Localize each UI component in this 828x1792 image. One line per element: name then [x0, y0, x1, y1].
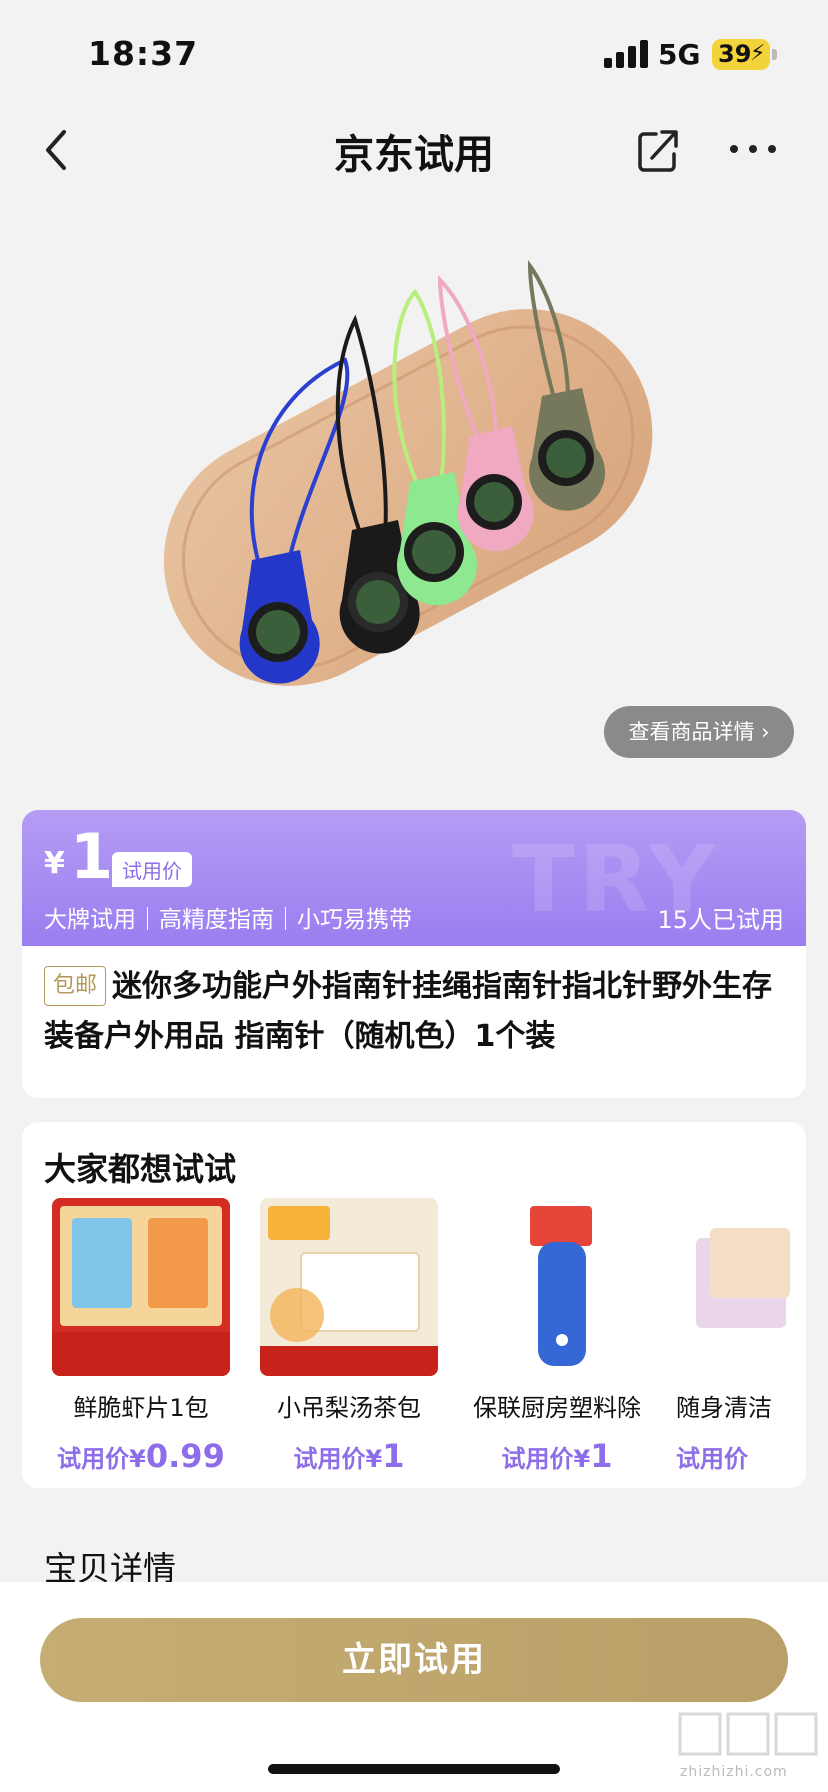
free-shipping-badge: 包邮	[44, 966, 107, 1006]
view-details-button[interactable]: 查看商品详情 ›	[604, 706, 794, 758]
site-watermark-text: zhizhizhi.com	[680, 1764, 788, 1780]
status-bar: 18:37 5G 39 ⚡	[0, 0, 828, 100]
product-title-block: 包邮 迷你多功能户外指南针挂绳指南针指北针野外生存装备户外用品 指南针（随机色）1…	[44, 962, 794, 1062]
recommend-title: 大家都想试试	[44, 1150, 237, 1188]
charging-icon: ⚡	[750, 41, 766, 66]
recommend-item-name: 鲜脆虾片1包	[73, 1394, 209, 1422]
battery-level: 39	[718, 40, 752, 68]
network-label: 5G	[658, 38, 701, 71]
trial-price: 1	[70, 820, 114, 893]
battery-tip	[772, 49, 777, 60]
recommend-item-name: 保联厨房塑料除	[473, 1394, 641, 1422]
recommend-item-image	[676, 1198, 806, 1376]
bottom-action-bar: 立即试用 zhizhizhi.com	[0, 1582, 828, 1792]
recommend-item-price: 试用价¥1	[293, 1437, 405, 1475]
status-time: 18:37	[88, 34, 199, 73]
price-card: TRY ¥ 1 试用价 大牌试用｜高精度指南｜小巧易携带 15人已试用 包邮 迷你…	[22, 810, 806, 1098]
price-label: 试用价	[112, 852, 192, 887]
recommend-item[interactable]: 保联厨房塑料除 试用价¥1	[468, 1198, 646, 1475]
try-now-button[interactable]: 立即试用	[40, 1618, 788, 1702]
recommend-item-price: 试用价¥1	[501, 1437, 613, 1475]
price-banner: TRY ¥ 1 试用价 大牌试用｜高精度指南｜小巧易携带 15人已试用	[22, 810, 806, 946]
more-icon	[730, 145, 776, 153]
recommend-item[interactable]: 随身清洁 试用价	[676, 1198, 806, 1475]
nav-bar: 京东试用	[0, 110, 828, 190]
more-button[interactable]	[728, 134, 778, 164]
view-details-label: 查看商品详情	[628, 720, 755, 744]
product-tags: 大牌试用｜高精度指南｜小巧易携带	[44, 907, 412, 933]
battery-icon: 39 ⚡	[712, 39, 770, 70]
home-indicator[interactable]	[268, 1764, 560, 1774]
recommend-section: 大家都想试试 鲜脆虾片1包 试用价¥0.99 小吊梨汤茶包 试用价¥1 保联厨房…	[22, 1122, 806, 1488]
tried-count: 15人已试用	[657, 906, 784, 934]
compass-product-illustration	[163, 259, 653, 686]
recommend-item[interactable]: 鲜脆虾片1包 试用价¥0.99	[52, 1198, 230, 1475]
price-currency: ¥	[44, 846, 65, 881]
recommend-item[interactable]: 小吊梨汤茶包 试用价¥1	[260, 1198, 438, 1475]
recommend-item-image	[468, 1198, 646, 1376]
recommend-item-price: 试用价¥0.99	[57, 1437, 225, 1475]
product-image[interactable]	[0, 200, 828, 780]
recommend-item-name: 随身清洁	[676, 1394, 772, 1422]
recommend-item-image	[260, 1198, 438, 1376]
recommend-item-price: 试用价	[676, 1445, 748, 1473]
product-title: 迷你多功能户外指南针挂绳指南针指北针野外生存装备户外用品 指南针（随机色）1个装	[44, 969, 773, 1054]
chevron-right-icon: ›	[761, 720, 770, 744]
recommend-item-image	[52, 1198, 230, 1376]
signal-icon	[604, 40, 648, 68]
page-title: 京东试用	[334, 132, 494, 178]
share-button[interactable]	[636, 126, 680, 174]
share-icon	[638, 130, 678, 172]
recommend-item-name: 小吊梨汤茶包	[277, 1394, 421, 1422]
